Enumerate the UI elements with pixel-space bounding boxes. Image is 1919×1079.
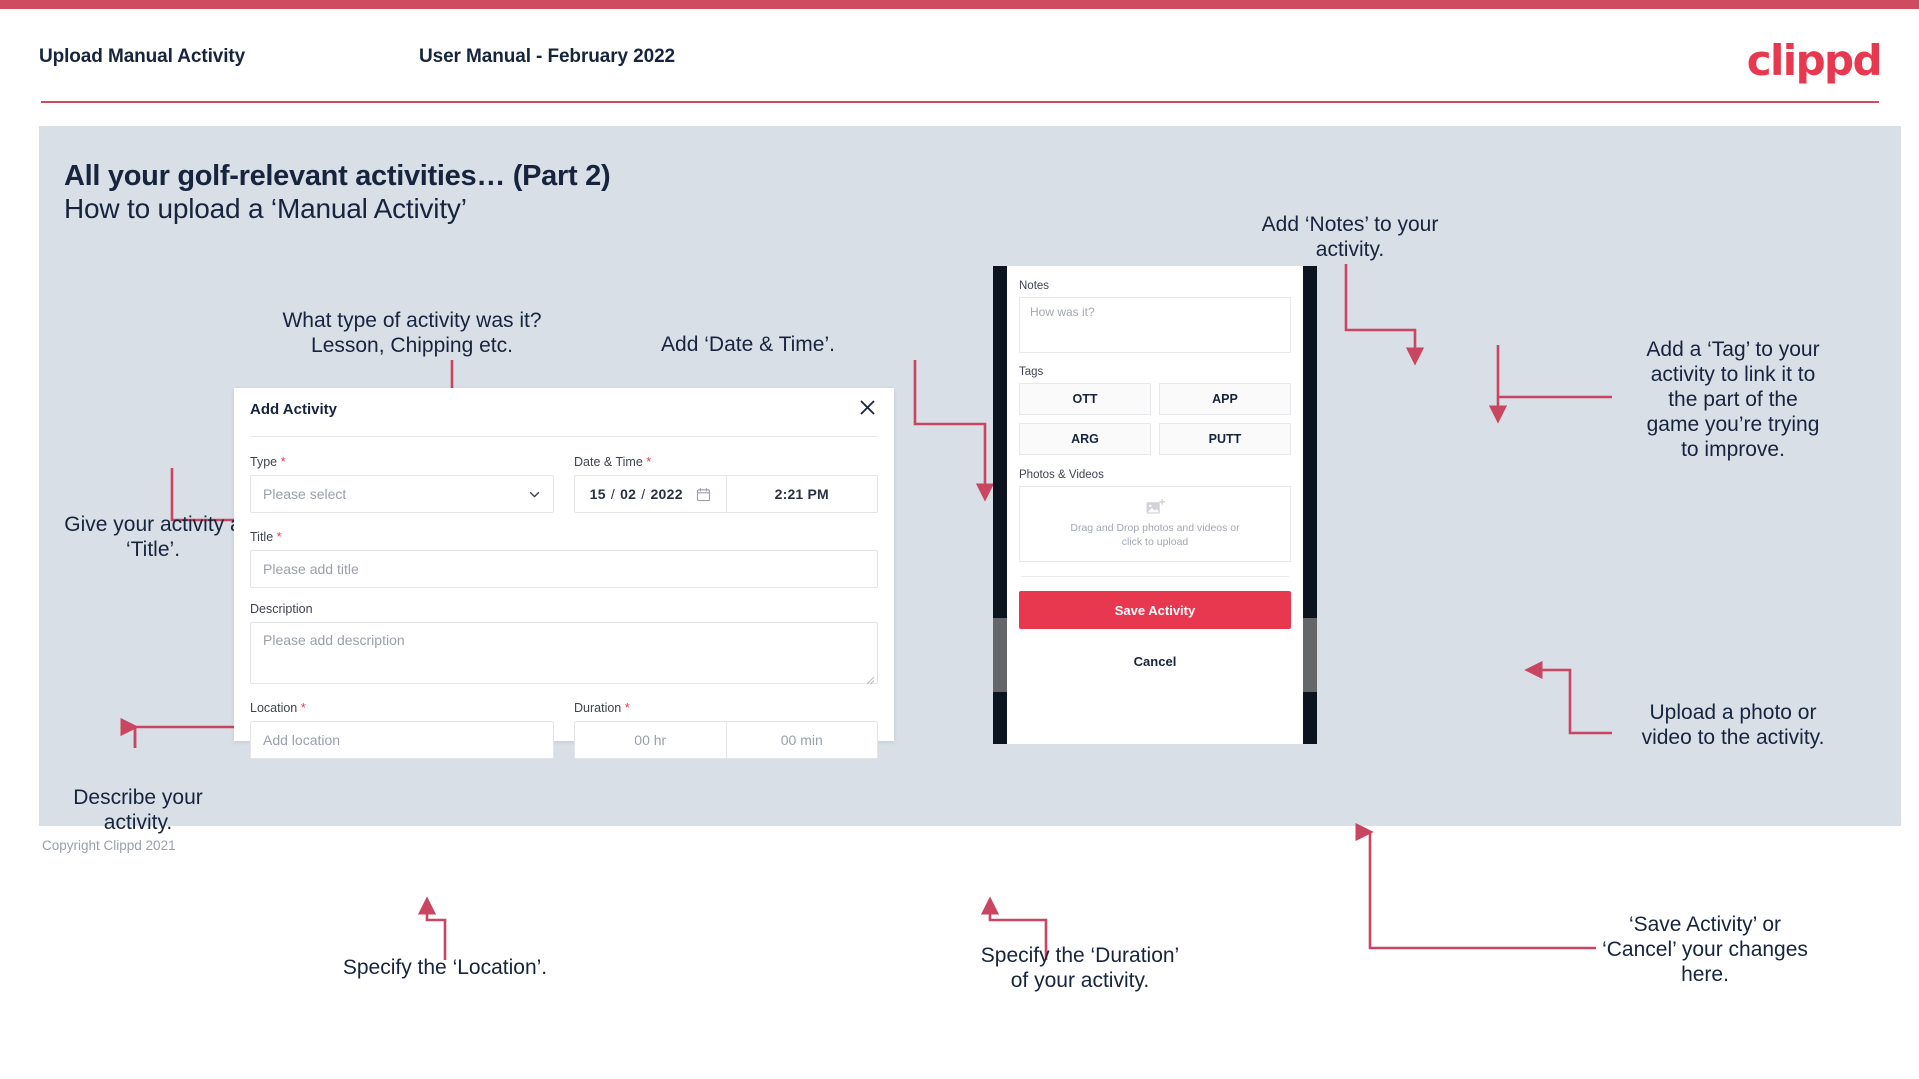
field-location: Location * Add location xyxy=(250,700,554,759)
title-input[interactable]: Please add title xyxy=(250,550,878,588)
date-month: 02 xyxy=(620,486,637,502)
notes-placeholder: How was it? xyxy=(1030,305,1095,319)
phone-mockup: Notes How was it? Tags OTT APP ARG PUTT … xyxy=(993,266,1317,744)
required-marker: * xyxy=(624,700,630,715)
date-sep-2: / xyxy=(641,486,646,502)
field-title: Title * Please add title xyxy=(250,529,878,588)
callout-describe: Describe your activity. xyxy=(73,786,203,834)
notes-textarea[interactable]: How was it? xyxy=(1019,297,1291,353)
location-input[interactable]: Add location xyxy=(250,721,554,759)
tag-button-putt[interactable]: PUTT xyxy=(1159,423,1291,455)
add-image-icon xyxy=(1146,498,1165,516)
duration-label: Duration * xyxy=(574,700,630,715)
chevron-down-icon xyxy=(528,488,541,501)
resize-grip-icon[interactable] xyxy=(865,672,875,685)
phone-screen: Notes How was it? Tags OTT APP ARG PUTT … xyxy=(1007,266,1303,744)
type-label: Type * xyxy=(250,454,286,469)
save-activity-button[interactable]: Save Activity xyxy=(1019,591,1291,629)
phone-divider xyxy=(1021,576,1289,577)
close-icon[interactable] xyxy=(854,394,880,420)
field-description: Description Please add description xyxy=(250,602,878,685)
dialog-body: Type * Please select Date & Time * 15 / … xyxy=(234,436,894,759)
slide-title-secondary: How to upload a ‘Manual Activity’ xyxy=(64,193,467,224)
phone-bezel-left xyxy=(993,266,1007,744)
duration-group: 00 hr 00 min xyxy=(574,721,878,759)
title-label: Title * xyxy=(250,529,282,544)
type-placeholder: Please select xyxy=(263,486,347,502)
datetime-group: 15 / 02 / 2022 2:21 PM xyxy=(574,475,878,513)
header-divider xyxy=(41,101,1879,103)
callout-datetime: Add ‘Date & Time’. xyxy=(661,333,835,356)
description-label: Description xyxy=(250,602,313,616)
slide-page: Upload Manual Activity User Manual - Feb… xyxy=(0,0,1919,1079)
date-input[interactable]: 15 / 02 / 2022 xyxy=(575,476,726,512)
description-placeholder: Please add description xyxy=(263,632,405,648)
field-datetime: Date & Time * 15 / 02 / 2022 2:21 PM xyxy=(574,454,878,513)
tags-label: Tags xyxy=(1019,366,1044,378)
callout-save: ‘Save Activity’ or ‘Cancel’ your changes… xyxy=(1602,913,1808,986)
header-left-title: Upload Manual Activity xyxy=(39,46,246,67)
slide-title-primary: All your golf-relevant activities… (Part… xyxy=(64,160,611,192)
callout-type: What type of activity was it? Lesson, Ch… xyxy=(282,309,542,357)
dialog-title: Add Activity xyxy=(250,401,337,418)
tags-grid: OTT APP ARG PUTT xyxy=(1019,383,1291,455)
cancel-button[interactable]: Cancel xyxy=(1019,654,1291,669)
date-sep-1: / xyxy=(610,486,616,502)
photo-dropzone[interactable]: Drag and Drop photos and videos or click… xyxy=(1019,486,1291,562)
required-marker: * xyxy=(646,454,652,469)
field-type: Type * Please select xyxy=(250,454,554,513)
callout-notes: Add ‘Notes’ to your activity. xyxy=(1261,213,1439,261)
date-day: 15 xyxy=(589,486,606,502)
location-label: Location * xyxy=(250,700,306,715)
tag-button-arg[interactable]: ARG xyxy=(1019,423,1151,455)
callout-location: Specify the ‘Location’. xyxy=(342,956,548,979)
calendar-icon[interactable] xyxy=(696,487,711,502)
tag-button-ott[interactable]: OTT xyxy=(1019,383,1151,415)
datetime-label: Date & Time * xyxy=(574,454,652,469)
add-activity-dialog: Add Activity Type * Please select Date &… xyxy=(234,388,894,759)
callout-upload: Upload a photo or video to the activity. xyxy=(1641,701,1825,749)
required-marker: * xyxy=(280,454,286,469)
notes-label: Notes xyxy=(1019,280,1050,292)
type-select[interactable]: Please select xyxy=(250,475,554,513)
duration-hours-input[interactable]: 00 hr xyxy=(575,722,726,758)
callout-duration: Specify the ‘Duration’ of your activity. xyxy=(980,944,1180,992)
time-input[interactable]: 2:21 PM xyxy=(727,476,878,512)
phone-bezel-right xyxy=(1303,266,1317,744)
header-center-title: User Manual - February 2022 xyxy=(419,46,676,67)
footer-copyright: Copyright Clippd 2021 xyxy=(42,838,176,853)
required-marker: * xyxy=(300,700,306,715)
field-duration: Duration * 00 hr 00 min xyxy=(574,700,878,759)
callout-tag: Add a ‘Tag’ to your activity to link it … xyxy=(1646,338,1820,461)
clippd-logo: clippd xyxy=(1746,36,1883,85)
title-placeholder: Please add title xyxy=(263,561,359,577)
description-textarea[interactable]: Please add description xyxy=(250,622,878,685)
tag-button-app[interactable]: APP xyxy=(1159,383,1291,415)
photos-videos-label: Photos & Videos xyxy=(1019,469,1104,481)
top-accent-bar xyxy=(0,0,1919,9)
required-marker: * xyxy=(276,529,282,544)
duration-minutes-input[interactable]: 00 min xyxy=(727,722,878,758)
dropzone-text: Drag and Drop photos and videos or click… xyxy=(1070,522,1240,548)
location-placeholder: Add location xyxy=(263,732,341,748)
date-year: 2022 xyxy=(650,486,683,502)
